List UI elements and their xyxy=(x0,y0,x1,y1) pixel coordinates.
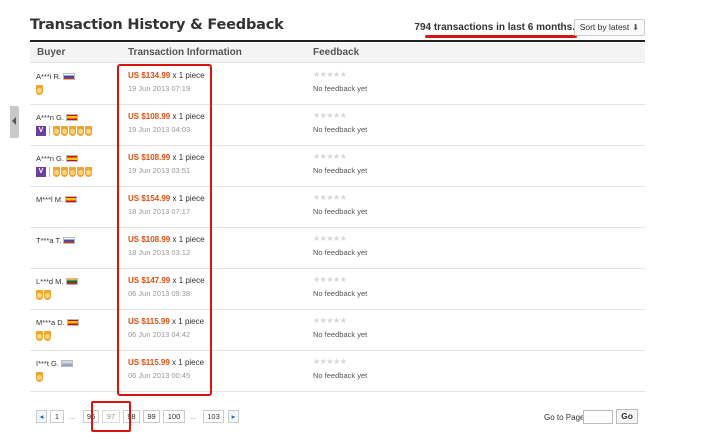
chevron-left-icon xyxy=(12,117,16,125)
transactions-summary: 794 transactions in last 6 months. xyxy=(414,22,575,33)
country-flag-icon xyxy=(65,155,78,162)
medal-icon xyxy=(61,126,68,136)
feedback-status: No feedback yet xyxy=(313,166,368,175)
page-title: Transaction History & Feedback xyxy=(30,17,284,33)
pagination-ellipsis: ... xyxy=(190,412,197,421)
arrow-down-icon: ⬇ xyxy=(632,23,639,32)
pagination-ellipsis: ... xyxy=(69,412,76,421)
column-header-buyer: Buyer xyxy=(37,47,66,58)
medal-icon xyxy=(77,167,84,177)
column-header-feedback: Feedback xyxy=(313,47,360,58)
medal-icon xyxy=(36,372,43,382)
country-flag-icon xyxy=(63,73,76,80)
summary-highlight-underline xyxy=(425,35,577,38)
country-flag-icon xyxy=(65,196,78,203)
page-103-link[interactable]: 103 xyxy=(203,410,224,423)
medal-icon xyxy=(44,331,51,341)
rating-stars-icon: ★★★★★ xyxy=(313,152,347,161)
medal-icon xyxy=(44,290,51,300)
buyer-cell: A***n G. xyxy=(36,113,78,122)
feedback-status: No feedback yet xyxy=(313,330,368,339)
country-flag-icon xyxy=(60,360,73,367)
country-flag-icon xyxy=(63,237,76,244)
next-page-button[interactable]: ▸ xyxy=(228,410,239,423)
rating-stars-icon: ★★★★★ xyxy=(313,70,347,79)
buyer-cell: M***a D. xyxy=(36,318,79,327)
column-header-transaction: Transaction Information xyxy=(128,47,242,58)
medal-icon xyxy=(61,167,68,177)
feedback-status: No feedback yet xyxy=(313,125,368,134)
badge-divider xyxy=(49,167,50,177)
feedback-status: No feedback yet xyxy=(313,84,368,93)
country-flag-icon xyxy=(65,114,78,121)
country-flag-icon xyxy=(65,278,78,285)
vip-badge-icon: V xyxy=(36,126,46,136)
buyer-name: M***l M. xyxy=(36,195,64,204)
prev-page-button[interactable]: ◂ xyxy=(36,410,47,423)
buyer-name: T***a T. xyxy=(36,236,62,245)
buyer-cell: L***d M. xyxy=(36,277,78,286)
sort-label: Sort by latest xyxy=(579,22,630,32)
buyer-cell: A***i R. xyxy=(36,72,76,81)
rating-stars-icon: ★★★★★ xyxy=(313,357,347,366)
medal-icon xyxy=(69,167,76,177)
buyer-name: A***n G. xyxy=(36,113,64,122)
buyer-badges xyxy=(36,331,52,343)
current-page-highlight-box xyxy=(91,401,131,432)
buyer-name: L***d M. xyxy=(36,277,64,286)
rating-stars-icon: ★★★★★ xyxy=(313,316,347,325)
buyer-name: M***a D. xyxy=(36,318,65,327)
page-100-link[interactable]: 100 xyxy=(163,410,185,423)
medal-icon xyxy=(85,126,92,136)
goto-page-label: Go to Page xyxy=(544,413,585,422)
rating-stars-icon: ★★★★★ xyxy=(313,275,347,284)
buyer-badges: V xyxy=(36,126,93,138)
feedback-status: No feedback yet xyxy=(313,248,368,257)
buyer-badges xyxy=(36,372,44,384)
vip-badge-icon: V xyxy=(36,167,46,177)
buyer-badges xyxy=(36,290,52,302)
transaction-highlight-box xyxy=(117,64,212,396)
buyer-name: A***i R. xyxy=(36,72,62,81)
medal-icon xyxy=(85,167,92,177)
goto-page-input[interactable] xyxy=(583,410,613,424)
buyer-name: I***t G. xyxy=(36,359,59,368)
go-button[interactable]: Go xyxy=(616,409,638,424)
medal-icon xyxy=(36,85,43,95)
section-header: Transaction History & Feedback 794 trans… xyxy=(30,14,645,42)
feedback-status: No feedback yet xyxy=(313,207,368,216)
buyer-name: A***n G. xyxy=(36,154,64,163)
buyer-cell: A***n G. xyxy=(36,154,78,163)
table-header: Buyer Transaction Information Feedback xyxy=(30,43,645,63)
rating-stars-icon: ★★★★★ xyxy=(313,193,347,202)
feedback-status: No feedback yet xyxy=(313,371,368,380)
buyer-cell: I***t G. xyxy=(36,359,73,368)
medal-icon xyxy=(36,290,43,300)
rating-stars-icon: ★★★★★ xyxy=(313,234,347,243)
feedback-status: No feedback yet xyxy=(313,289,368,298)
medal-icon xyxy=(53,126,60,136)
rating-stars-icon: ★★★★★ xyxy=(313,111,347,120)
medal-icon xyxy=(69,126,76,136)
collapse-side-tab[interactable] xyxy=(10,106,19,138)
country-flag-icon xyxy=(66,319,79,326)
medal-icon xyxy=(77,126,84,136)
buyer-cell: T***a T. xyxy=(36,236,76,245)
page-1-link[interactable]: 1 xyxy=(50,410,64,423)
buyer-badges: V xyxy=(36,167,93,179)
badge-divider xyxy=(49,126,50,136)
medal-icon xyxy=(36,331,43,341)
buyer-badges xyxy=(36,85,44,97)
buyer-cell: M***l M. xyxy=(36,195,78,204)
sort-dropdown-button[interactable]: Sort by latest ⬇ xyxy=(573,19,645,36)
medal-icon xyxy=(53,167,60,177)
page-99-link[interactable]: 99 xyxy=(143,410,160,423)
